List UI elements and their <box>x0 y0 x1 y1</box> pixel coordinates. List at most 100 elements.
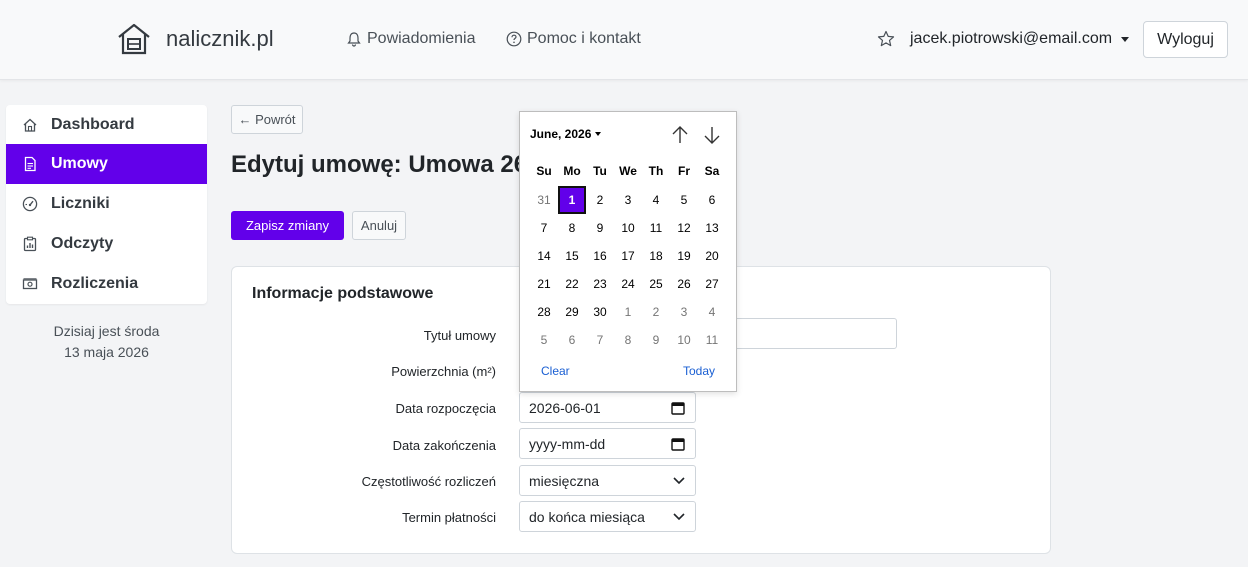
weekday-header: We <box>619 164 637 178</box>
arrow-up-icon[interactable] <box>671 125 689 145</box>
star-icon[interactable] <box>877 30 895 48</box>
day-cell[interactable]: 30 <box>586 298 614 326</box>
weekday-header: Sa <box>704 164 720 178</box>
sidebar-item-odczyty[interactable]: Odczyty <box>6 224 207 264</box>
chevron-down-icon <box>673 513 685 521</box>
nav-notifications[interactable]: Powiadomienia <box>346 30 476 48</box>
payment-term-select[interactable]: do końca miesiąca <box>519 501 696 532</box>
day-cell[interactable]: 5 <box>670 186 698 214</box>
day-cell[interactable]: 11 <box>698 326 726 354</box>
day-cell[interactable]: 11 <box>642 214 670 242</box>
day-cell[interactable]: 14 <box>530 242 558 270</box>
weekday-header: Tu <box>593 164 607 178</box>
logout-button[interactable]: Wyloguj <box>1143 21 1228 58</box>
day-cell[interactable]: 26 <box>670 270 698 298</box>
weekday-header: Mo <box>563 164 581 178</box>
day-cell[interactable]: 2 <box>586 186 614 214</box>
calendar-icon[interactable] <box>671 401 685 415</box>
user-menu[interactable]: jacek.piotrowski@email.com <box>910 30 1130 48</box>
start-date-value: 2026-06-01 <box>529 399 601 416</box>
today-button[interactable]: Today <box>683 364 715 378</box>
top-navbar: nalicznik.pl Powiadomienia Pomoc i konta… <box>0 0 1248 80</box>
day-cell[interactable]: 31 <box>530 186 558 214</box>
weekday-header: Su <box>536 164 552 178</box>
clear-button[interactable]: Clear <box>541 364 570 378</box>
day-cell[interactable]: 4 <box>698 298 726 326</box>
brand[interactable]: nalicznik.pl <box>116 22 274 56</box>
weekday-header: Th <box>648 164 664 178</box>
house-icon <box>22 117 38 133</box>
arrow-down-icon[interactable] <box>703 125 721 145</box>
end-date-input[interactable]: yyyy-mm-dd <box>519 428 696 459</box>
day-cell[interactable]: 27 <box>698 270 726 298</box>
sidebar-item-label: Rozliczenia <box>51 275 139 292</box>
sidebar-item-label: Dashboard <box>51 116 135 133</box>
save-button[interactable]: Zapisz zmiany <box>231 211 344 240</box>
day-cell[interactable]: 23 <box>586 270 614 298</box>
nav-notifications-label: Powiadomienia <box>367 30 476 47</box>
frequency-value: miesięczna <box>529 472 600 489</box>
day-cell[interactable]: 20 <box>698 242 726 270</box>
day-cell[interactable]: 25 <box>642 270 670 298</box>
sidebar-item-dashboard[interactable]: Dashboard <box>6 105 207 145</box>
day-cell[interactable]: 5 <box>530 326 558 354</box>
day-cell[interactable]: 24 <box>614 270 642 298</box>
day-cell[interactable]: 8 <box>558 214 586 242</box>
calendar-icon[interactable] <box>671 437 685 451</box>
sidebar-item-liczniki[interactable]: Liczniki <box>6 184 207 224</box>
day-cell[interactable]: 3 <box>614 186 642 214</box>
day-cell-selected[interactable]: 1 <box>558 186 586 214</box>
day-cell[interactable]: 1 <box>614 298 642 326</box>
day-cell[interactable]: 7 <box>530 214 558 242</box>
day-cell[interactable]: 6 <box>698 186 726 214</box>
today-line-date: 13 maja 2026 <box>64 344 149 360</box>
sidebar-item-label: Umowy <box>51 155 108 172</box>
sidebar-item-umowy[interactable]: Umowy <box>6 144 207 184</box>
frequency-select[interactable]: miesięczna <box>519 465 696 496</box>
month-year-label: June, 2026 <box>530 127 592 141</box>
nav-help[interactable]: Pomoc i kontakt <box>506 30 641 48</box>
chevron-down-icon <box>673 477 685 485</box>
cancel-button[interactable]: Anuluj <box>352 211 406 240</box>
clipboard-chart-icon <box>22 236 38 252</box>
card-title: Informacje podstawowe <box>252 285 434 302</box>
day-cell[interactable]: 17 <box>614 242 642 270</box>
speedometer-icon <box>22 196 38 212</box>
area-label: Powierzchnia (m²) <box>391 364 496 379</box>
day-cell[interactable]: 7 <box>586 326 614 354</box>
day-cell[interactable]: 6 <box>558 326 586 354</box>
month-year-selector[interactable]: June, 2026 <box>530 127 602 141</box>
day-cell[interactable]: 21 <box>530 270 558 298</box>
day-cell[interactable]: 10 <box>614 214 642 242</box>
day-cell[interactable]: 28 <box>530 298 558 326</box>
end-date-label: Data zakończenia <box>392 438 496 453</box>
sidebar-item-rozliczenia[interactable]: Rozliczenia <box>6 264 207 304</box>
start-date-label: Data rozpoczęcia <box>395 401 496 416</box>
payment-term-label: Termin płatności <box>402 510 496 525</box>
day-cell[interactable]: 9 <box>642 326 670 354</box>
day-cell[interactable]: 2 <box>642 298 670 326</box>
day-cell[interactable]: 4 <box>642 186 670 214</box>
back-button[interactable]: ← Powrót <box>231 105 303 134</box>
cash-icon <box>22 276 38 292</box>
start-date-input[interactable]: 2026-06-01 <box>519 392 696 423</box>
page-title: Edytuj umowę: Umowa 260 <box>231 151 541 178</box>
day-cell[interactable]: 3 <box>670 298 698 326</box>
day-cell[interactable]: 13 <box>698 214 726 242</box>
sidebar-item-label: Liczniki <box>51 195 110 212</box>
day-cell[interactable]: 19 <box>670 242 698 270</box>
day-cell[interactable]: 12 <box>670 214 698 242</box>
title-label: Tytuł umowy <box>423 328 496 343</box>
day-cell[interactable]: 29 <box>558 298 586 326</box>
day-cell[interactable]: 22 <box>558 270 586 298</box>
day-cell[interactable]: 15 <box>558 242 586 270</box>
nav-help-label: Pomoc i kontakt <box>527 30 641 47</box>
question-circle-icon <box>506 31 522 47</box>
brand-name: nalicznik.pl <box>166 26 274 51</box>
day-cell[interactable]: 16 <box>586 242 614 270</box>
day-cell[interactable]: 8 <box>614 326 642 354</box>
day-cell[interactable]: 18 <box>642 242 670 270</box>
day-cell[interactable]: 10 <box>670 326 698 354</box>
weekday-header: Fr <box>678 164 690 178</box>
day-cell[interactable]: 9 <box>586 214 614 242</box>
